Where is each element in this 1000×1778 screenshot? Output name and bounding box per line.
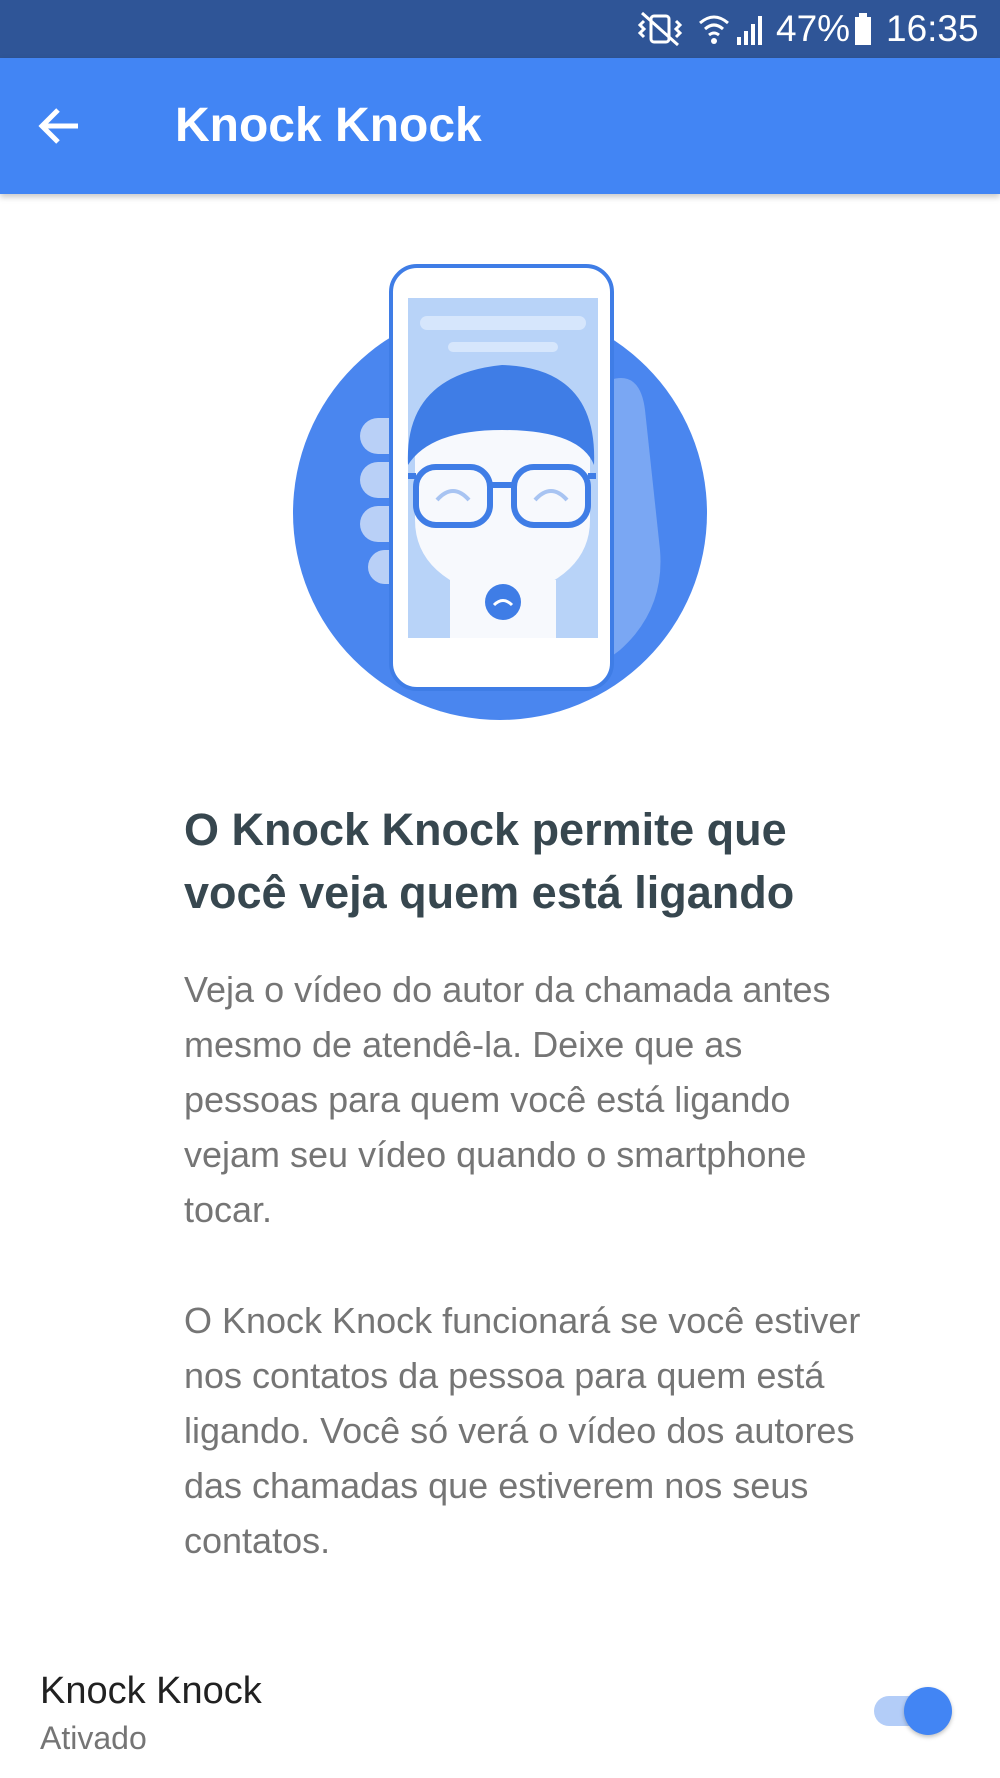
vibrate-mute-icon — [637, 11, 683, 47]
page-title: Knock Knock — [175, 99, 482, 152]
knock-knock-setting-row[interactable]: Knock Knock Ativado — [0, 1660, 1000, 1778]
battery-icon — [855, 13, 871, 45]
app-bar: Knock Knock — [0, 58, 1000, 194]
description-paragraph-2: O Knock Knock funcionará se você estiver… — [184, 1300, 861, 1561]
headline: O Knock Knock permite que você veja quem… — [184, 804, 795, 918]
knock-knock-toggle[interactable] — [870, 1684, 956, 1736]
wifi-icon — [699, 15, 729, 44]
signal-icon — [737, 16, 762, 45]
setting-summary: Ativado — [40, 1720, 147, 1756]
battery-percent: 47% — [776, 8, 851, 49]
knock-knock-illustration — [293, 264, 707, 720]
status-bar: 47% 16:35 — [0, 0, 1000, 58]
description-paragraph-1: Veja o vídeo do autor da chamada antes m… — [184, 969, 831, 1230]
setting-title: Knock Knock — [40, 1670, 262, 1712]
arrow-back-icon — [38, 108, 78, 144]
clock: 16:35 — [886, 8, 979, 49]
back-button[interactable] — [20, 86, 100, 166]
toggle-thumb — [904, 1687, 952, 1735]
